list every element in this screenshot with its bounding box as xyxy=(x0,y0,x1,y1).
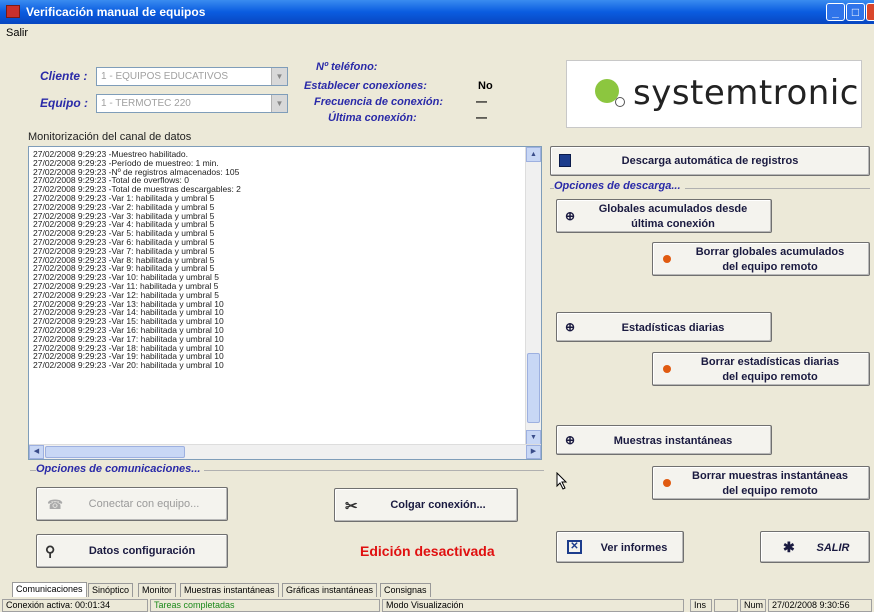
report-icon: ✕ xyxy=(567,540,582,554)
telefono-label: Nº teléfono: xyxy=(316,61,378,73)
status-bar: Conexión activa: 00:01:34 Tareas complet… xyxy=(0,599,874,612)
title-bar: Verificación manual de equipos _ □ xyxy=(0,0,874,24)
download-icon: ⊕ xyxy=(565,209,576,223)
download-icon: ⊕ xyxy=(565,320,576,334)
exit-icon: ✱ xyxy=(783,539,795,555)
eraser-icon xyxy=(663,479,671,487)
tab-graficas[interactable]: Gráficas instantáneas xyxy=(282,583,378,597)
app-icon xyxy=(6,5,20,18)
hangup-button[interactable]: ✂ Colgar conexión... xyxy=(334,488,518,522)
tab-consignas[interactable]: Consignas xyxy=(380,583,431,597)
close-button[interactable] xyxy=(866,3,874,21)
globales-button[interactable]: ⊕ Globales acumulados desde última conex… xyxy=(556,199,772,233)
antenna-icon: ⚲ xyxy=(45,543,56,559)
tab-monitor[interactable]: Monitor xyxy=(138,583,177,597)
establecer-value: No xyxy=(478,80,493,92)
main-window: Verificación manual de equipos _ □ Salir… xyxy=(0,0,874,612)
log-line: 27/02/2008 9:29:23 -Var 20: habilitada y… xyxy=(33,360,224,371)
cliente-value: 1 - EQUIPOS EDUCATIVOS xyxy=(101,71,229,82)
ultima-value: — xyxy=(476,112,487,124)
monitor-label: Monitorización del canal de datos xyxy=(28,131,192,143)
maximize-button[interactable]: □ xyxy=(846,3,865,21)
auto-download-button[interactable]: Descarga automática de registros xyxy=(550,146,870,176)
eraser-icon xyxy=(663,255,671,263)
window-title: Verificación manual de equipos xyxy=(26,5,206,19)
logo-ring-icon xyxy=(615,97,625,107)
menu-bar: Salir xyxy=(0,24,874,42)
chevron-down-icon[interactable]: ▼ xyxy=(271,68,287,85)
frecuencia-value: — xyxy=(476,96,487,108)
monitor-log[interactable]: 27/02/2008 9:29:23 -Muestreo habilitado.… xyxy=(28,146,542,460)
muestras-button[interactable]: ⊕ Muestras instantáneas xyxy=(556,425,772,455)
edit-status: Edición desactivada xyxy=(360,543,495,559)
equipo-select[interactable]: 1 - TERMOTEC 220 ▼ xyxy=(96,94,288,113)
download-group-label: Opciones de descarga... xyxy=(554,180,685,192)
tab-comunicaciones[interactable]: Comunicaciones xyxy=(12,582,87,597)
scroll-left-icon[interactable]: ◀ xyxy=(29,445,44,459)
borrar-globales-button[interactable]: Borrar globales acumulados del equipo re… xyxy=(652,242,870,276)
establecer-label: Establecer conexiones: xyxy=(304,80,427,92)
hangup-icon: ✂ xyxy=(345,498,358,515)
scroll-thumb[interactable] xyxy=(527,353,540,423)
equipo-label: Equipo : xyxy=(40,96,88,110)
mouse-cursor-icon xyxy=(556,472,568,490)
connect-button[interactable]: ☎ Conectar con equipo... xyxy=(36,487,228,521)
tab-sinoptico[interactable]: Sinóptico xyxy=(88,583,134,597)
vertical-scrollbar[interactable]: ▲ ▼ xyxy=(525,147,541,445)
minimize-button[interactable]: _ xyxy=(826,3,845,21)
status-modo: Modo Visualización xyxy=(382,599,684,612)
logo-text: systemtronic xyxy=(633,73,859,113)
borrar-muestras-button[interactable]: Borrar muestras instantáneas del equipo … xyxy=(652,466,870,500)
cliente-label: Cliente : xyxy=(40,69,88,83)
menu-salir[interactable]: Salir xyxy=(6,27,28,39)
scroll-up-icon[interactable]: ▲ xyxy=(526,147,541,162)
status-ins: Ins xyxy=(690,599,712,612)
estadisticas-button[interactable]: ⊕ Estadísticas diarias xyxy=(556,312,772,342)
eraser-icon xyxy=(663,365,671,373)
systemtronic-logo: systemtronic xyxy=(566,60,862,128)
status-empty xyxy=(714,599,738,612)
ultima-label: Última conexión: xyxy=(328,112,417,124)
config-button[interactable]: ⚲ Datos configuración xyxy=(36,534,228,568)
equipo-value: 1 - TERMOTEC 220 xyxy=(101,98,191,109)
status-tareas: Tareas completadas xyxy=(150,599,380,612)
scroll-thumb-h[interactable] xyxy=(45,446,185,458)
download-icon: ⊕ xyxy=(565,433,576,447)
horizontal-scrollbar[interactable]: ◀ ▶ xyxy=(29,444,541,459)
cliente-select[interactable]: 1 - EQUIPOS EDUCATIVOS ▼ xyxy=(96,67,288,86)
borrar-estadisticas-button[interactable]: Borrar estadísticas diarias del equipo r… xyxy=(652,352,870,386)
scroll-right-icon[interactable]: ▶ xyxy=(526,445,541,459)
frecuencia-label: Frecuencia de conexión: xyxy=(314,96,443,108)
ver-informes-button[interactable]: ✕ Ver informes xyxy=(556,531,684,563)
log-lines: 27/02/2008 9:29:23 -Muestreo habilitado.… xyxy=(33,150,241,370)
status-conexion: Conexión activa: 00:01:34 xyxy=(2,599,148,612)
chevron-down-icon[interactable]: ▼ xyxy=(271,95,287,112)
comms-group-label: Opciones de comunicaciones... xyxy=(36,463,205,475)
scroll-down-icon[interactable]: ▼ xyxy=(526,430,541,445)
tab-muestras[interactable]: Muestras instantáneas xyxy=(180,583,279,597)
salir-button[interactable]: ✱ SALIR xyxy=(760,531,870,563)
status-datetime: 27/02/2008 9:30:56 xyxy=(768,599,872,612)
status-num: Num xyxy=(740,599,766,612)
